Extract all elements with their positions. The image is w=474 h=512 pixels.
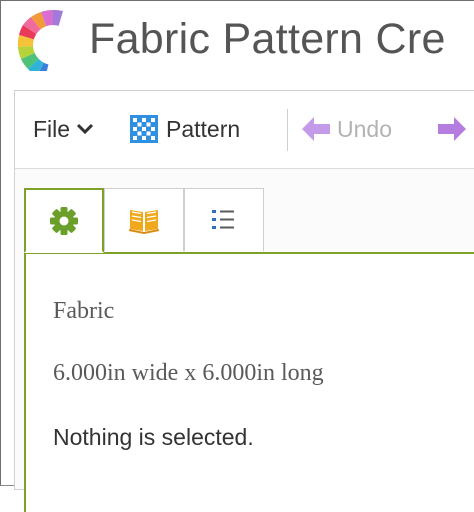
pattern-grid-icon xyxy=(130,115,158,143)
pattern-button[interactable]: Pattern xyxy=(129,115,240,143)
fabric-dimensions: 6.000in wide x 6.000in long xyxy=(53,360,324,386)
fabric-heading: Fabric xyxy=(53,298,115,324)
file-menu-label: File xyxy=(33,115,71,142)
redo-button[interactable] xyxy=(437,115,467,143)
main-panel: File Pattern Undo Fabric 6.000in wide x … xyxy=(14,90,474,512)
pattern-label: Pattern xyxy=(166,115,241,142)
app-title: Fabric Pattern Cre xyxy=(89,15,446,63)
app-logo-icon xyxy=(17,9,73,71)
title-bar: Fabric Pattern Cre xyxy=(1,1,474,79)
selection-status: Nothing is selected. xyxy=(53,424,254,450)
tab-settings[interactable] xyxy=(24,188,104,253)
tab-guide[interactable] xyxy=(104,188,184,251)
chevron-down-icon xyxy=(77,123,94,135)
list-icon xyxy=(212,210,234,229)
gear-icon xyxy=(50,206,78,235)
tab-list[interactable] xyxy=(184,188,264,251)
tab-content: Fabric 6.000in wide x 6.000in long Nothi… xyxy=(24,252,474,512)
arrow-left-icon xyxy=(302,117,330,141)
toolbar: File Pattern Undo xyxy=(15,91,474,169)
undo-label: Undo xyxy=(337,115,392,142)
undo-button[interactable]: Undo xyxy=(301,115,392,143)
app-window: Fabric Pattern Cre File Pattern Undo Fab… xyxy=(0,0,474,512)
toolbar-divider xyxy=(287,109,288,151)
file-menu-button[interactable]: File xyxy=(33,115,95,143)
arrow-right-icon xyxy=(438,117,466,141)
book-icon xyxy=(128,210,160,234)
